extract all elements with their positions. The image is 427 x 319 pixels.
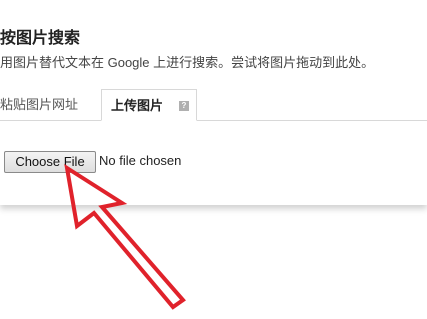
tab-paste-image-url[interactable]: 粘贴图片网址	[0, 89, 96, 120]
tab-bar: 粘贴图片网址 上传图片 ?	[0, 89, 427, 121]
tab-divider	[0, 120, 427, 121]
tab-upload-image[interactable]: 上传图片 ?	[101, 89, 197, 121]
search-by-image-dialog: 按图片搜索 用图片替代文本在 Google 上进行搜索。尝试将图片拖动到此处。 …	[0, 0, 427, 205]
help-icon[interactable]: ?	[179, 101, 189, 111]
file-status-text: No file chosen	[99, 153, 182, 168]
tab-label: 粘贴图片网址	[0, 97, 79, 112]
dialog-title: 按图片搜索	[0, 30, 81, 47]
tab-label: 上传图片	[111, 98, 164, 113]
dialog-subtitle: 用图片替代文本在 Google 上进行搜索。尝试将图片拖动到此处。	[0, 55, 375, 70]
choose-file-button[interactable]: Choose File	[4, 151, 96, 173]
